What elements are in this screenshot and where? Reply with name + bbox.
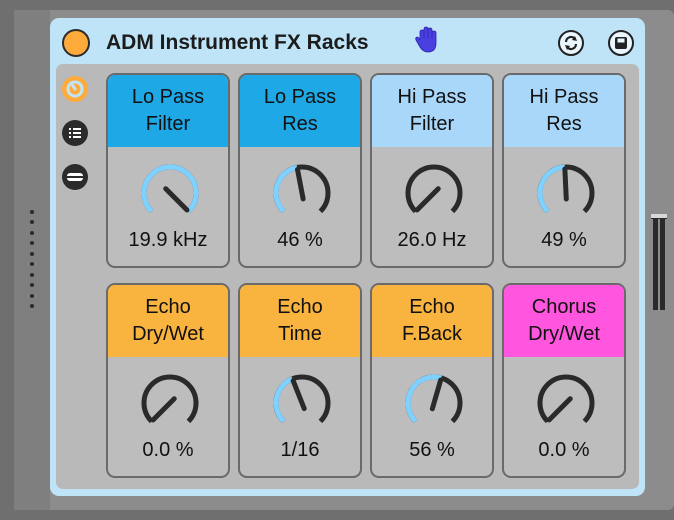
knob-value-arc [273,165,298,214]
knob-dial[interactable] [130,371,210,433]
knob-track [141,374,199,424]
macro-knob-7[interactable]: Echo F.Back 56 % [370,283,494,478]
knob-track [405,164,463,214]
device-activator-button[interactable] [62,29,90,57]
knob-dial[interactable] [394,161,474,223]
knob-pointer [546,396,573,423]
macro-knob-3[interactable]: Hi Pass Filter 26.0 Hz [370,73,494,268]
hand-icon[interactable] [414,26,440,54]
macro-value[interactable]: 56 % [372,439,492,462]
list-icon[interactable] [60,118,90,148]
macro-knob-5[interactable]: Echo Dry/Wet 0.0 % [106,283,230,478]
macro-label-line1: Hi Pass [529,86,599,108]
macro-knob-2[interactable]: Lo Pass Res 46 % [238,73,362,268]
knob-pointer [562,166,569,202]
refresh-icon[interactable] [558,30,584,56]
macro-label-line1: Chorus [531,296,597,318]
knob-dial[interactable] [394,371,474,433]
device-chain-meter [651,208,667,312]
macro-value[interactable]: 19.9 kHz [108,229,228,252]
macro-label-line2: Filter [409,113,455,135]
macro-label-line2: Filter [145,113,191,135]
macro-label-header: Echo F.Back [372,285,492,357]
knob-value-arc [273,376,294,424]
knob-dial[interactable] [526,371,606,433]
macro-knob-icon[interactable] [60,74,90,104]
macro-label-header: Hi Pass Filter [372,75,492,147]
macro-value[interactable]: 49 % [504,229,624,252]
knob-dial[interactable] [262,161,342,223]
macro-value[interactable]: 1/16 [240,439,360,462]
macro-value[interactable]: 46 % [240,229,360,252]
knob-pointer [290,378,307,412]
knob-track [537,374,595,424]
macro-label-line1: Echo [145,296,191,318]
macro-label-header: Lo Pass Filter [108,75,228,147]
macro-label-line1: Hi Pass [397,86,467,108]
macro-knob-6[interactable]: Echo Time 1/16 [238,283,362,478]
macro-knob-8[interactable]: Chorus Dry/Wet 0.0 % [502,283,626,478]
knob-dial[interactable] [262,371,342,433]
macro-label-line2: Time [278,323,322,345]
macro-value[interactable]: 0.0 % [108,439,228,462]
knob-pointer [429,377,444,412]
macro-label-line2: F.Back [401,323,463,345]
macro-label-line2: Res [282,113,318,135]
macro-label-line1: Echo [409,296,455,318]
minimize-icon[interactable] [60,162,90,192]
knob-pointer [150,396,177,423]
macro-label-line2: Res [546,113,582,135]
macro-value[interactable]: 0.0 % [504,439,624,462]
device-title[interactable]: ADM Instrument FX Racks [106,31,369,55]
macro-label-line1: Lo Pass [131,86,205,108]
knob-dial[interactable] [130,161,210,223]
knob-pointer [414,186,441,213]
macro-label-header: Echo Dry/Wet [108,285,228,357]
macro-value[interactable]: 26.0 Hz [372,229,492,252]
macro-knob-1[interactable]: Lo Pass Filter 19.9 kHz [106,73,230,268]
save-icon[interactable] [608,30,634,56]
knob-pointer [163,186,190,213]
knob-value-arc [537,164,566,214]
macro-label-header: Lo Pass Res [240,75,360,147]
knob-value-arc [141,164,199,214]
knob-pointer [295,166,306,202]
instrument-rack-device: ADM Instrument FX Racks Lo Pass Filter 1… [50,18,645,496]
knob-dial[interactable] [526,161,606,223]
macro-label-header: Echo Time [240,285,360,357]
macro-knob-4[interactable]: Hi Pass Res 49 % [502,73,626,268]
macro-label-line2: Dry/Wet [528,323,600,345]
drag-handle[interactable] [30,210,36,308]
macro-label-line2: Dry/Wet [132,323,204,345]
macro-label-line1: Echo [277,296,323,318]
macro-label-line1: Lo Pass [263,86,337,108]
macro-label-header: Chorus Dry/Wet [504,285,624,357]
macro-label-header: Hi Pass Res [504,75,624,147]
